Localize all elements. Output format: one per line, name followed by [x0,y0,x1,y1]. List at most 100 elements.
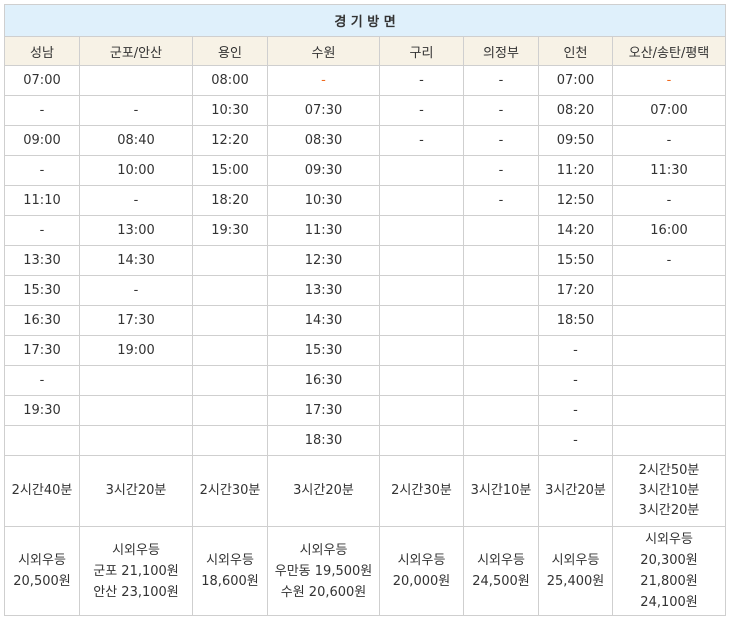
time-cell: - [538,395,613,426]
table-row: - -10:30 07:30- -08:20 07:00 [4,95,727,126]
time-cell: - [4,95,80,126]
time-cell: 07:00 [538,65,613,96]
time-cell: 18:30 [267,425,380,456]
time-cell [379,395,464,426]
fare-line: 군포 21,100원 [93,563,179,579]
time-cell [611,395,727,426]
time-cell: 17:30 [79,305,193,336]
duration-line: 3시간10분 [638,483,700,498]
time-cell [463,215,539,246]
time-cell: 12:30 [267,245,380,276]
time-cell: 10:00 [79,155,193,186]
time-cell: 12:20 [192,125,268,156]
column-header: 성남 [4,36,80,66]
column-header: 수원 [267,36,380,66]
time-cell: 19:00 [79,335,193,366]
time-cell [379,305,464,336]
time-cell [611,365,727,396]
column-header: 의정부 [463,36,539,66]
column-header: 오산/송탄/평택 [611,36,727,66]
table-row: 13:30 14:30 12:30 15:50- [4,245,727,276]
fare-cell: 시외우등우만동 19,500원수원 20,600원 [267,526,380,616]
time-cell [4,425,80,456]
table-row: 18:30 - [4,425,727,456]
time-cell: - [379,95,464,126]
duration-line: 2시간30분 [199,483,261,498]
time-cell [79,395,193,426]
time-cell: - [611,185,727,216]
fare-cell: 시외우등 18,600원 [192,526,268,616]
time-cell: - [4,365,80,396]
time-cell: 13:30 [267,275,380,306]
time-cell: 11:30 [267,215,380,246]
time-cell: 09:30 [267,155,380,186]
table-row: 07:00 08:00- - -07:00- [4,65,727,96]
time-cell [379,245,464,276]
time-cell: 07:00 [4,65,80,96]
schedule-body: 07:00 08:00- - -07:00- - -10:30 07:30- -08:20 07… [4,65,727,616]
column-header: 구리 [379,36,464,66]
fare-line: 안산 23,100원 [93,584,179,600]
fare-cell: 시외우등 20,300원 21,800원 24,100원 [611,526,727,616]
time-cell: - [379,125,464,156]
duration-line: 3시간20분 [293,483,354,498]
time-cell: - [79,275,193,306]
time-cell: 13:00 [79,215,193,246]
fare-line: 20,000원 [392,574,451,589]
time-cell [379,185,464,216]
time-cell: - [538,335,613,366]
time-cell: 14:30 [267,305,380,336]
time-cell [379,275,464,306]
duration-line: 2시간40분 [11,483,73,498]
time-cell: 17:20 [538,275,613,306]
fare-line: 시외우등 [206,553,254,568]
table-row: 11:10-18:20 10:30-12:50- [4,185,727,216]
time-cell [463,395,539,426]
time-cell: 16:30 [267,365,380,396]
time-cell: 18:50 [538,305,613,336]
column-header: 군포/안산 [79,36,193,66]
duration-cell: 3시간20분 [538,455,613,527]
fare-line: 시외우등 [112,542,160,558]
fare-line: 시외우등 [551,553,600,568]
fare-line: 시외우등 [299,542,348,558]
fare-line: 시외우등 [397,553,446,568]
time-cell [463,245,539,276]
fare-line: 25,400원 [546,574,605,589]
time-cell: - [463,155,539,186]
fare-line: 수원 20,600원 [280,584,367,600]
fare-line: 우만동 19,500원 [274,563,373,579]
time-cell [192,425,268,456]
table-row: -10:00 15:00 09:30-11:20 11:30 [4,155,727,186]
fare-line: 21,800원 [640,574,698,589]
table-row: 16:30 17:30 14:30 18:50 [4,305,727,336]
time-cell [192,305,268,336]
time-cell: - [611,125,727,156]
time-cell: 15:50 [538,245,613,276]
time-cell: 18:20 [192,185,268,216]
time-cell [611,275,727,306]
time-cell: 17:30 [4,335,80,366]
time-cell: - [79,95,193,126]
fare-line: 시외우등 [645,532,693,547]
fare-line: 24,100원 [640,595,698,610]
duration-row: 2시간40분 3시간20분 2시간30분 3시간20분 2시간30분 3시간10분 3시간2… [4,455,727,527]
time-cell [463,335,539,366]
duration-cell: 3시간20분 [79,455,193,527]
time-cell: - [79,185,193,216]
time-cell [192,365,268,396]
time-cell [611,335,727,366]
table-row: 15:30- 13:30 17:20 [4,275,727,306]
duration-cell: 3시간10분 [463,455,539,527]
fare-cell: 시외우등 20,500원 [4,526,80,616]
time-cell: 08:20 [538,95,613,126]
time-cell: - [463,65,539,96]
table-row: -13:00 19:30 11:30 14:20 16:00 [4,215,727,246]
time-cell: 14:30 [79,245,193,276]
fare-line: 24,500원 [472,574,530,589]
time-cell [192,395,268,426]
time-cell: 11:10 [4,185,80,216]
time-cell: 08:40 [79,125,193,156]
time-cell: - [538,425,613,456]
time-cell: 19:30 [4,395,80,426]
